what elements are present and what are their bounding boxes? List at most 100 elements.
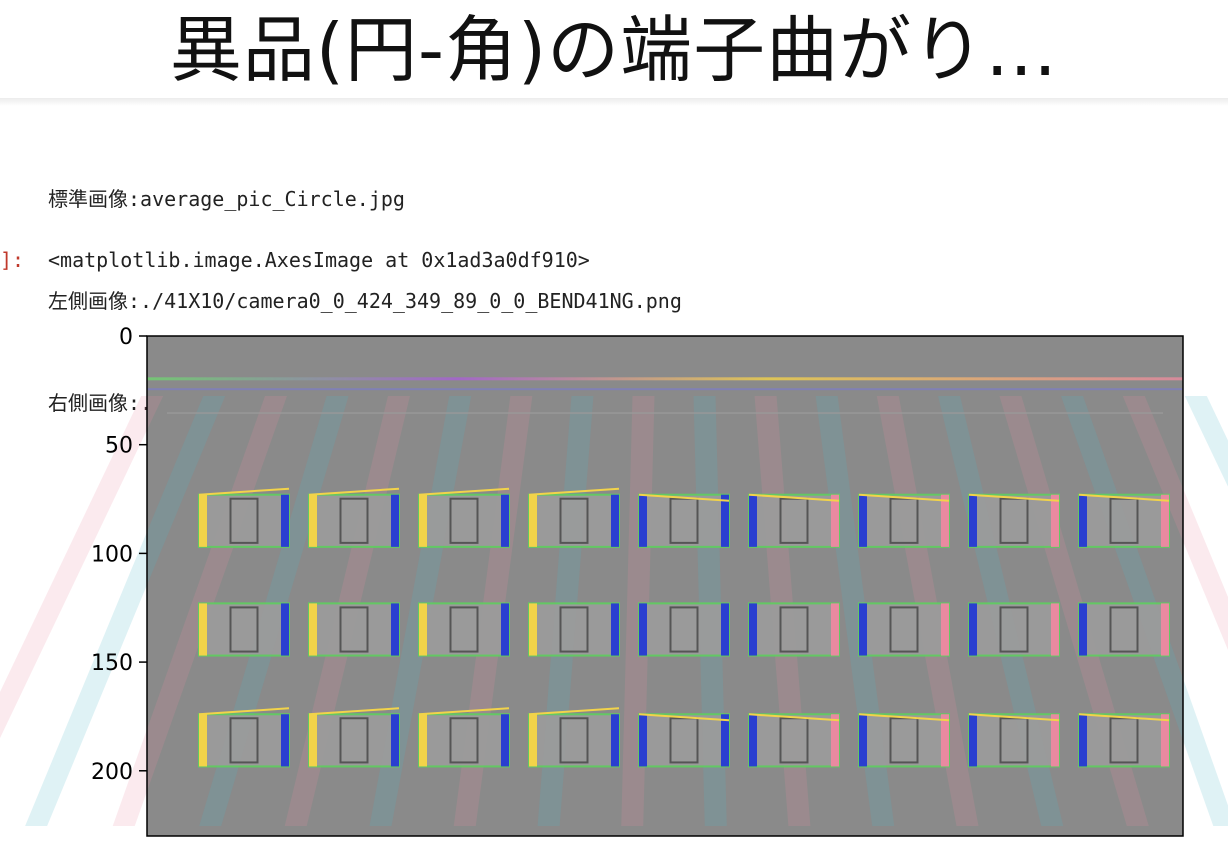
terminal: [968, 602, 1060, 657]
terminal-edge-left: [1079, 603, 1087, 656]
terminal: [748, 713, 840, 768]
terminal-edge-right: [281, 494, 289, 547]
terminal: [308, 487, 400, 548]
terminal-body: [968, 493, 1060, 548]
terminal-edge-left: [749, 494, 757, 547]
terminal: [308, 602, 400, 657]
terminal-body: [1078, 493, 1170, 548]
terminal-edge-left: [199, 714, 207, 767]
terminal-edge-left: [1079, 714, 1087, 767]
axesimage-repr: <matplotlib.image.AxesImage at 0x1ad3a0d…: [48, 248, 590, 272]
terminal-body: [308, 602, 400, 657]
terminal-edge-right: [831, 714, 839, 767]
terminal-edge-right: [721, 603, 729, 656]
terminal-body: [198, 493, 290, 548]
terminal: [748, 602, 840, 657]
terminal-edge-left: [749, 603, 757, 656]
y-tick-label: 150: [91, 651, 133, 676]
output-line-standard: 標準画像:average_pic_Circle.jpg: [48, 187, 405, 211]
top-edge-line: [147, 377, 1183, 381]
terminal-edge-left: [969, 494, 977, 547]
terminal-edge-left: [969, 603, 977, 656]
terminal: [638, 602, 730, 657]
terminal: [198, 487, 290, 548]
terminal: [638, 713, 730, 768]
terminal-edge-right: [831, 494, 839, 547]
terminal-body: [748, 602, 840, 657]
terminal-edge-left: [749, 714, 757, 767]
top-edge-line: [147, 388, 1183, 391]
terminal: [638, 493, 730, 548]
terminal-body: [638, 602, 730, 657]
terminal-edge-right: [1161, 714, 1169, 767]
frame-line: [167, 412, 1163, 415]
terminal-body: [748, 493, 840, 548]
terminal: [528, 707, 620, 768]
y-tick-label: 100: [91, 542, 133, 567]
terminal-edge-right: [721, 714, 729, 767]
output-prompt: ]:: [0, 248, 25, 272]
terminal: [198, 707, 290, 768]
terminal-edge-right: [1161, 603, 1169, 656]
terminal-body: [858, 602, 950, 657]
terminal-edge-right: [611, 494, 619, 547]
terminal-body: [198, 713, 290, 768]
terminal-body: [528, 493, 620, 548]
terminal: [418, 602, 510, 657]
terminal-edge-left: [419, 714, 427, 767]
terminal-edge-left: [639, 494, 647, 547]
terminal-edge-right: [501, 494, 509, 547]
terminal-body: [968, 602, 1060, 657]
terminal-edge-right: [281, 603, 289, 656]
terminal-edge-right: [501, 603, 509, 656]
terminal-body: [858, 493, 950, 548]
terminal-edge-left: [1079, 494, 1087, 547]
terminal-body: [308, 713, 400, 768]
terminal-edge-left: [199, 603, 207, 656]
terminal-body: [418, 493, 510, 548]
terminal: [198, 602, 290, 657]
terminal-grid: [198, 487, 1170, 768]
terminal-edge-right: [281, 714, 289, 767]
terminal-edge-right: [611, 603, 619, 656]
terminal: [418, 707, 510, 768]
terminal-edge-right: [1051, 714, 1059, 767]
terminal-edge-left: [859, 603, 867, 656]
terminal: [528, 487, 620, 548]
terminal-body: [528, 713, 620, 768]
terminal-edge-left: [859, 494, 867, 547]
terminal-edge-left: [639, 603, 647, 656]
terminal-body: [638, 493, 730, 548]
y-tick-label: 200: [91, 760, 133, 785]
terminal: [968, 493, 1060, 548]
terminal-edge-left: [309, 714, 317, 767]
terminal-edge-right: [1051, 494, 1059, 547]
terminal-body: [748, 713, 840, 768]
terminal-body: [968, 713, 1060, 768]
terminal-edge-left: [529, 494, 537, 547]
terminal-body: [528, 602, 620, 657]
terminal-edge-right: [831, 603, 839, 656]
terminal-body: [418, 602, 510, 657]
terminal-edge-right: [391, 494, 399, 547]
terminal-edge-right: [941, 714, 949, 767]
terminal-body: [1078, 602, 1170, 657]
terminal-edge-right: [391, 603, 399, 656]
terminal: [968, 713, 1060, 768]
terminal-edge-left: [419, 494, 427, 547]
terminal-edge-right: [611, 714, 619, 767]
terminal: [418, 487, 510, 548]
terminal: [1078, 602, 1170, 657]
image-plot: 0 50 100 150 200: [0, 325, 1228, 837]
terminal-edge-left: [309, 494, 317, 547]
terminal-edge-right: [391, 714, 399, 767]
terminal-edge-right: [1161, 494, 1169, 547]
terminal-edge-left: [419, 603, 427, 656]
title-divider: [0, 98, 1228, 106]
terminal-body: [1078, 713, 1170, 768]
terminal-edge-left: [859, 714, 867, 767]
terminal-body: [198, 602, 290, 657]
y-tick-label: 0: [119, 325, 133, 350]
terminal-edge-left: [529, 603, 537, 656]
terminal-edge-left: [529, 714, 537, 767]
